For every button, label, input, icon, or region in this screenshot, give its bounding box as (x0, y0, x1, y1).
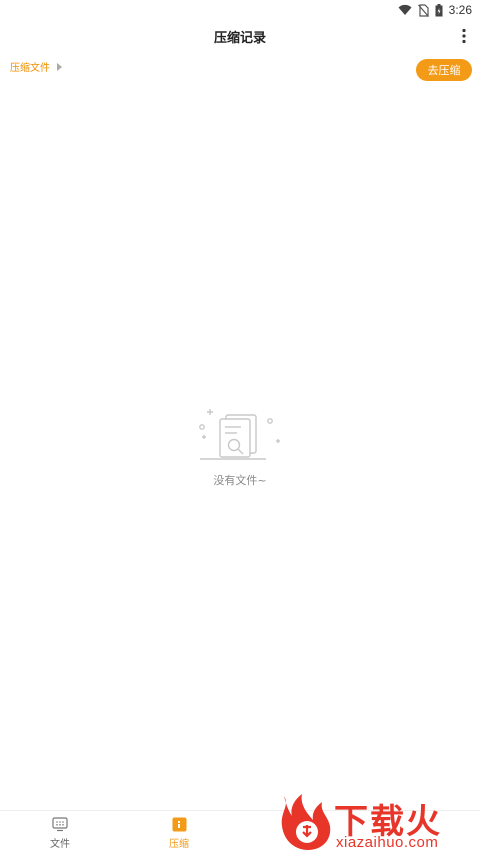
no-sim-icon (417, 3, 429, 17)
nav-item-files[interactable]: 文件 (30, 817, 90, 850)
nav-item-compress[interactable]: 压缩 (149, 817, 209, 850)
flame-download-logo (281, 794, 331, 850)
page-title: 压缩记录 (213, 31, 266, 46)
more-vert-icon[interactable] (460, 28, 468, 44)
status-icons: 3:26 (398, 3, 472, 17)
watermark: 下载火 xiazaihuo.com (276, 792, 476, 855)
watermark-url: xiazaihuo.com (336, 834, 439, 851)
empty-message: 没有文件~ (213, 474, 267, 487)
status-time: 3:26 (448, 3, 472, 17)
empty-files-icon (199, 409, 280, 460)
caret-right-icon (57, 62, 62, 71)
compress-icon (172, 817, 186, 832)
breadcrumb[interactable]: 压缩文件 (10, 59, 62, 74)
nav-label-files: 文件 (50, 839, 70, 850)
files-icon (52, 817, 68, 832)
title-bar: 压缩记录 (0, 22, 480, 52)
battery-icon (435, 3, 443, 16)
go-compress-button[interactable]: 去压缩 (416, 59, 472, 81)
status-bar: 3:26 (0, 0, 480, 22)
wifi-icon (398, 4, 412, 15)
breadcrumb-label: 压缩文件 (10, 63, 50, 74)
nav-label-compress: 压缩 (169, 839, 189, 850)
